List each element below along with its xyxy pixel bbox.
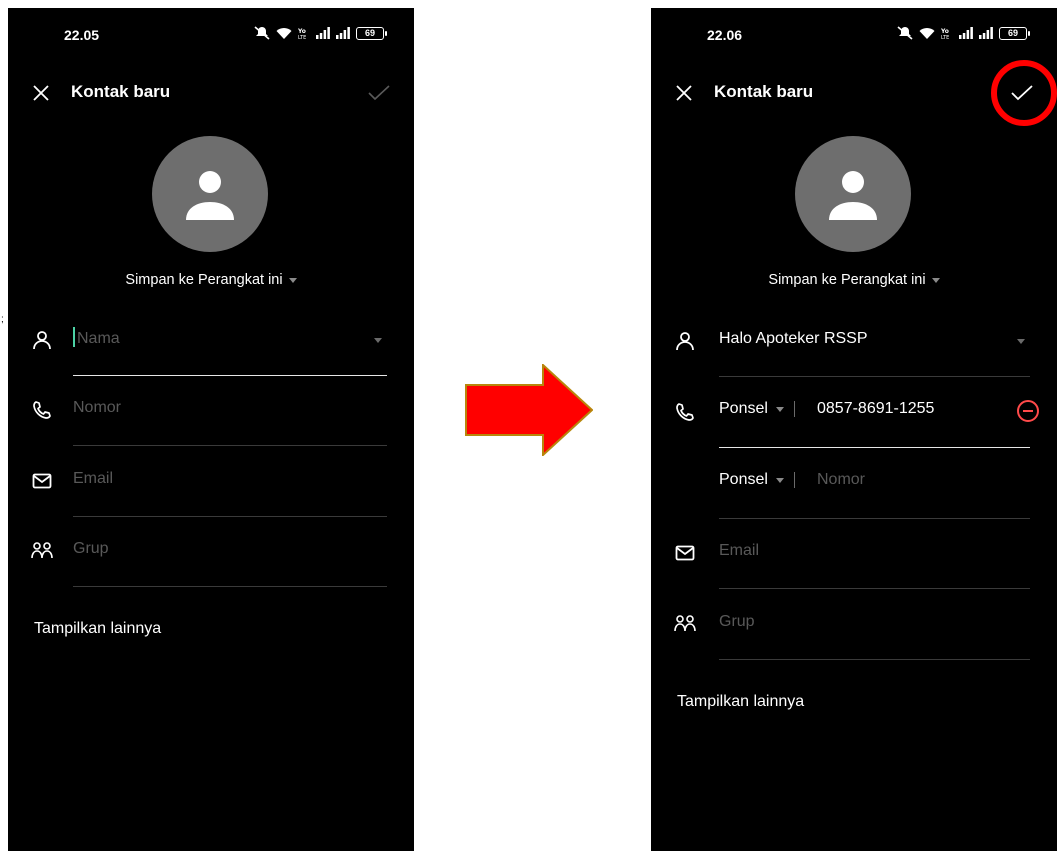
- phone-type-select-2[interactable]: Ponsel: [719, 471, 795, 489]
- group-icon: [30, 539, 54, 563]
- phone-underline-1: [719, 446, 1030, 448]
- signal-icon-2: [979, 27, 993, 39]
- svg-text:Yo: Yo: [941, 28, 949, 35]
- save-to-selector[interactable]: Simpan ke Perangkat ini: [8, 272, 414, 288]
- remove-phone-button[interactable]: [1017, 400, 1039, 422]
- group-underline: [73, 586, 387, 587]
- group-input[interactable]: Grup: [73, 540, 109, 558]
- save-to-prefix: Simpan ke: [125, 272, 198, 288]
- signal-icon-2: [336, 27, 350, 39]
- save-button[interactable]: [1007, 80, 1037, 106]
- wifi-icon: [276, 27, 292, 39]
- save-to-selector[interactable]: Simpan ke Perangkat ini: [651, 272, 1057, 288]
- status-time: 22.05: [64, 27, 100, 43]
- group-row[interactable]: Grup: [651, 590, 1057, 660]
- volte-icon: YoLTE: [941, 28, 949, 40]
- email-input[interactable]: Email: [73, 470, 113, 488]
- svg-text:LTE: LTE: [298, 35, 306, 40]
- group-icon: [673, 612, 697, 636]
- avatar[interactable]: [152, 136, 268, 252]
- save-to-target: Perangkat ini: [197, 272, 283, 288]
- battery-icon: 69: [356, 26, 387, 40]
- chevron-down-icon: [288, 277, 297, 283]
- divider: [793, 401, 795, 417]
- name-row[interactable]: Nama: [8, 306, 414, 376]
- email-icon: [30, 469, 54, 493]
- volte-icon: YoLTE: [298, 28, 306, 40]
- wifi-icon: [919, 27, 935, 39]
- left-screen: 22.05 Yo LTE 69 Kontak baru Simpan ke Per…: [8, 8, 414, 851]
- phone-number-input-2[interactable]: Nomor: [817, 471, 865, 489]
- person-outline-icon: [30, 328, 54, 352]
- check-icon: [368, 85, 390, 101]
- remove-icon: [1023, 410, 1033, 412]
- save-to-target: Perangkat ini: [840, 272, 926, 288]
- right-screen: 22.06 Yo LTE 69 Kontak baru Simpan ke Per…: [651, 8, 1057, 851]
- person-outline-icon: [673, 329, 697, 353]
- text-cursor: [73, 327, 75, 347]
- phone-row-1[interactable]: Ponsel 0857-8691-1255: [651, 378, 1057, 448]
- name-underline: [719, 376, 1030, 377]
- check-icon: [1011, 85, 1033, 101]
- name-row[interactable]: Halo Apoteker RSSP: [651, 307, 1057, 377]
- close-button[interactable]: [671, 80, 697, 106]
- show-more-button[interactable]: Tampilkan lainnya: [34, 620, 161, 638]
- status-icons: Yo LTE 69: [254, 26, 387, 40]
- close-button[interactable]: [28, 80, 54, 106]
- chevron-down-icon: [931, 277, 940, 283]
- divider: [793, 472, 795, 488]
- phone-type-label: Ponsel: [719, 400, 768, 417]
- close-icon: [676, 85, 692, 101]
- battery-icon: 69: [999, 26, 1030, 40]
- mute-icon: [254, 26, 270, 40]
- chevron-down-icon: [775, 477, 784, 483]
- number-input[interactable]: Nomor: [73, 399, 121, 417]
- name-input[interactable]: Nama: [73, 327, 120, 349]
- page-title: Kontak baru: [71, 82, 171, 101]
- number-row[interactable]: Nomor: [8, 376, 414, 446]
- group-row[interactable]: Grup: [8, 517, 414, 587]
- phone-type-label: Ponsel: [719, 471, 768, 488]
- avatar[interactable]: [795, 136, 911, 252]
- top-bar: Kontak baru: [8, 72, 414, 112]
- phone-icon: [30, 398, 54, 422]
- status-icons: Yo LTE 69: [897, 26, 1030, 40]
- show-more-button[interactable]: Tampilkan lainnya: [677, 693, 804, 711]
- person-icon: [186, 171, 234, 220]
- svg-text:LTE: LTE: [941, 35, 949, 40]
- name-expand-icon[interactable]: [374, 338, 382, 343]
- chevron-down-icon: [775, 406, 784, 412]
- top-bar: Kontak baru: [651, 60, 1057, 126]
- email-row[interactable]: Email: [8, 447, 414, 517]
- save-button[interactable]: [364, 80, 394, 106]
- mute-icon: [897, 26, 913, 40]
- phone-type-select-1[interactable]: Ponsel: [719, 400, 795, 418]
- name-placeholder: Nama: [77, 330, 120, 348]
- email-input[interactable]: Email: [719, 542, 759, 560]
- signal-icon: [959, 27, 973, 39]
- number-underline: [73, 445, 387, 446]
- person-icon: [829, 171, 877, 220]
- status-bar: 22.06 Yo LTE 69: [651, 8, 1057, 60]
- email-underline: [719, 588, 1030, 589]
- group-input[interactable]: Grup: [719, 613, 755, 631]
- page-title: Kontak baru: [714, 82, 814, 101]
- arrow-right-icon: [465, 364, 593, 456]
- name-input[interactable]: Halo Apoteker RSSP: [719, 330, 868, 348]
- phone-number-input-1[interactable]: 0857-8691-1255: [817, 400, 934, 418]
- email-icon: [673, 541, 697, 565]
- status-bar: 22.05 Yo LTE 69: [8, 8, 414, 60]
- svg-text:Yo: Yo: [298, 28, 306, 35]
- phone-icon: [673, 400, 697, 424]
- group-underline: [719, 659, 1030, 660]
- phone-row-2[interactable]: Ponsel Nomor: [651, 449, 1057, 519]
- email-row[interactable]: Email: [651, 519, 1057, 589]
- save-to-prefix: Simpan ke: [768, 272, 841, 288]
- name-expand-icon[interactable]: [1017, 339, 1025, 344]
- stray-mark: ;: [1, 314, 4, 325]
- status-time: 22.06: [707, 27, 743, 43]
- close-icon: [33, 85, 49, 101]
- signal-icon: [316, 27, 330, 39]
